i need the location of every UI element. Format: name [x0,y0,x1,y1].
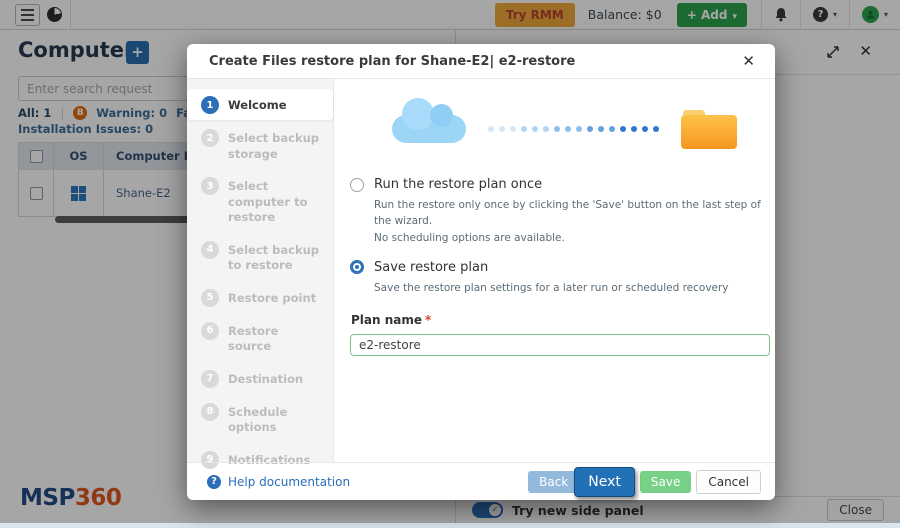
step-number: 4 [201,241,219,259]
step-label: Select backup to restore [228,240,325,274]
plan-name-label: Plan name* [351,313,770,327]
run-once-label: Run the restore plan once [374,177,542,192]
transfer-dots [488,126,659,132]
folder-icon [679,106,739,152]
restore-plan-wizard-dialog: Create Files restore plan for Shane-E2| … [187,44,775,500]
screen: Try RMM Balance: $0 + Add▾ ? ▾ ▾ Compute… [0,0,900,528]
step-number: 7 [201,370,219,388]
step-number: 6 [201,322,219,340]
radio-unselected-icon[interactable] [350,178,364,192]
dialog-title: Create Files restore plan for Shane-E2| … [209,54,575,69]
cloud-icon [392,115,466,143]
radio-selected-icon[interactable] [350,260,364,274]
step-label: Select backup storage [228,128,325,162]
next-button[interactable]: Next [574,467,635,497]
bottom-edge-strip [0,523,900,528]
step-select-backup-storage[interactable]: 2 Select backup storage [187,122,333,168]
wizard-content: Run the restore plan once Run the restor… [334,79,788,462]
option-save-plan: Save restore plan Save the restore plan … [350,260,770,296]
save-plan-description: Save the restore plan settings for a lat… [374,280,770,296]
step-destination[interactable]: 7 Destination [187,363,333,394]
description-line: Save the restore plan settings for a lat… [374,280,770,296]
run-once-description: Run the restore only once by clicking th… [374,197,770,246]
step-label: Schedule options [228,402,325,436]
description-line: Run the restore only once by clicking th… [374,197,770,230]
step-restore-source[interactable]: 6 Restore source [187,315,333,361]
dialog-close-icon[interactable]: ✕ [742,52,755,70]
step-label: Destination [228,369,303,388]
footer-buttons: Back Next Save Cancel [528,467,761,497]
step-label: Restore source [228,321,325,355]
plan-name-text: Plan name [351,313,422,327]
step-label: Select computer to restore [228,176,325,226]
cancel-button[interactable]: Cancel [696,470,761,494]
step-select-computer[interactable]: 3 Select computer to restore [187,170,333,232]
wizard-steps-nav: 1 Welcome 2 Select backup storage 3 Sele… [187,79,334,462]
help-question-icon: ? [207,475,221,489]
plan-name-input[interactable] [350,334,770,356]
step-welcome[interactable]: 1 Welcome [187,89,333,120]
step-number: 3 [201,177,219,195]
save-plan-radio-row[interactable]: Save restore plan [350,260,770,275]
step-number: 5 [201,289,219,307]
step-number: 2 [201,129,219,147]
step-number: 1 [201,96,219,114]
run-once-radio-row[interactable]: Run the restore plan once [350,177,770,192]
required-asterisk: * [425,313,431,327]
dialog-footer: ? Help documentation Back Next Save Canc… [187,462,775,500]
save-plan-label: Save restore plan [374,260,488,275]
step-number: 8 [201,403,219,421]
option-run-once: Run the restore plan once Run the restor… [350,177,770,246]
description-line: No scheduling options are available. [374,230,770,246]
step-label: Welcome [228,95,287,114]
step-select-backup[interactable]: 4 Select backup to restore [187,234,333,280]
help-documentation-link[interactable]: ? Help documentation [207,475,350,489]
step-schedule-options[interactable]: 8 Schedule options [187,396,333,442]
help-link-label: Help documentation [228,475,350,489]
save-button[interactable]: Save [640,471,691,493]
step-restore-point[interactable]: 5 Restore point [187,282,333,313]
step-label: Restore point [228,288,316,307]
cloud-to-folder-illustration [370,97,760,161]
dialog-header: Create Files restore plan for Shane-E2| … [187,44,775,79]
